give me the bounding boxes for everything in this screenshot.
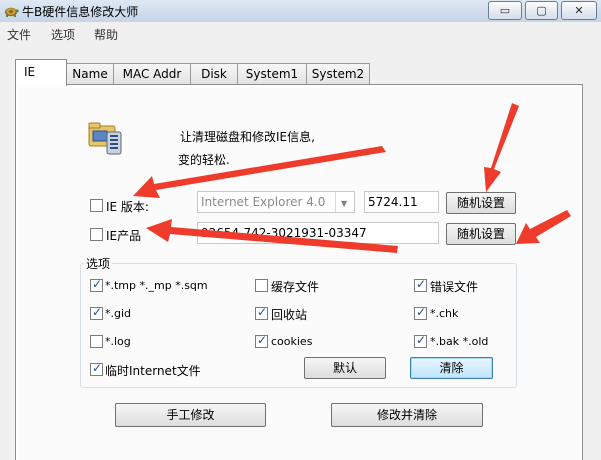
manual-modify-button[interactable]: 手工修改: [115, 403, 266, 427]
default-button[interactable]: 默认: [304, 357, 386, 379]
cookies-checkbox[interactable]: [255, 333, 268, 348]
ie-version-label: IE 版本:: [106, 200, 149, 214]
chevron-down-icon: ▼: [341, 199, 348, 208]
ie-version-checkbox[interactable]: [90, 199, 103, 212]
intro-line-1: 让清理磁盘和修改IE信息,: [180, 130, 315, 144]
gid-files-checkbox[interactable]: [90, 305, 103, 320]
recycle-bin-label: 回收站: [271, 308, 308, 322]
ie-product-label: IE产品: [106, 229, 142, 243]
chk-files-checkbox[interactable]: [414, 305, 427, 320]
error-files-label: 错误文件: [430, 280, 479, 294]
bak-old-files-checkbox[interactable]: [414, 333, 427, 348]
intro-line-2: 变的轻松.: [178, 153, 230, 167]
random-product-button[interactable]: 随机设置: [446, 223, 516, 245]
ie-build-value: 5724.11: [368, 195, 418, 209]
log-files-label: *.log: [105, 335, 131, 348]
clear-button[interactable]: 清除: [410, 357, 493, 379]
ie-version-combo[interactable]: Internet Explorer 4.0 ▼: [197, 191, 355, 213]
tmp-files-checkbox[interactable]: [90, 277, 103, 292]
temp-internet-files-label: 临时Internet文件: [105, 364, 201, 378]
options-group-title: 选项: [84, 255, 113, 272]
bak-old-files-label: *.bak *.old: [430, 335, 489, 348]
tmp-files-label: *.tmp *._mp *.sqm: [105, 279, 208, 292]
ie-product-checkbox[interactable]: [90, 228, 103, 241]
cookies-label: cookies: [271, 335, 313, 348]
cache-files-label: 缓存文件: [271, 280, 320, 294]
chk-files-label: *.chk: [430, 307, 459, 320]
error-files-checkbox[interactable]: [414, 277, 427, 292]
ie-product-field[interactable]: 92654-742-3021931-03347: [197, 222, 439, 244]
disk-cleanup-icon: [88, 122, 122, 155]
log-files-checkbox[interactable]: [90, 335, 103, 348]
modify-and-clear-button[interactable]: 修改并清除: [331, 403, 483, 427]
cache-files-checkbox[interactable]: [255, 279, 268, 292]
combo-dropdown-button[interactable]: ▼: [335, 192, 354, 212]
random-version-button[interactable]: 随机设置: [446, 192, 516, 214]
panel-content: 让清理磁盘和修改IE信息, 变的轻松. IE 版本: Internet Expl…: [0, 0, 601, 460]
temp-internet-files-checkbox[interactable]: [90, 361, 103, 376]
ie-product-value: 92654-742-3021931-03347: [201, 226, 367, 240]
gid-files-label: *.gid: [105, 307, 132, 320]
recycle-bin-checkbox[interactable]: [255, 305, 268, 320]
ie-build-field[interactable]: 5724.11: [364, 191, 439, 213]
ie-version-combo-value: Internet Explorer 4.0: [201, 195, 326, 209]
